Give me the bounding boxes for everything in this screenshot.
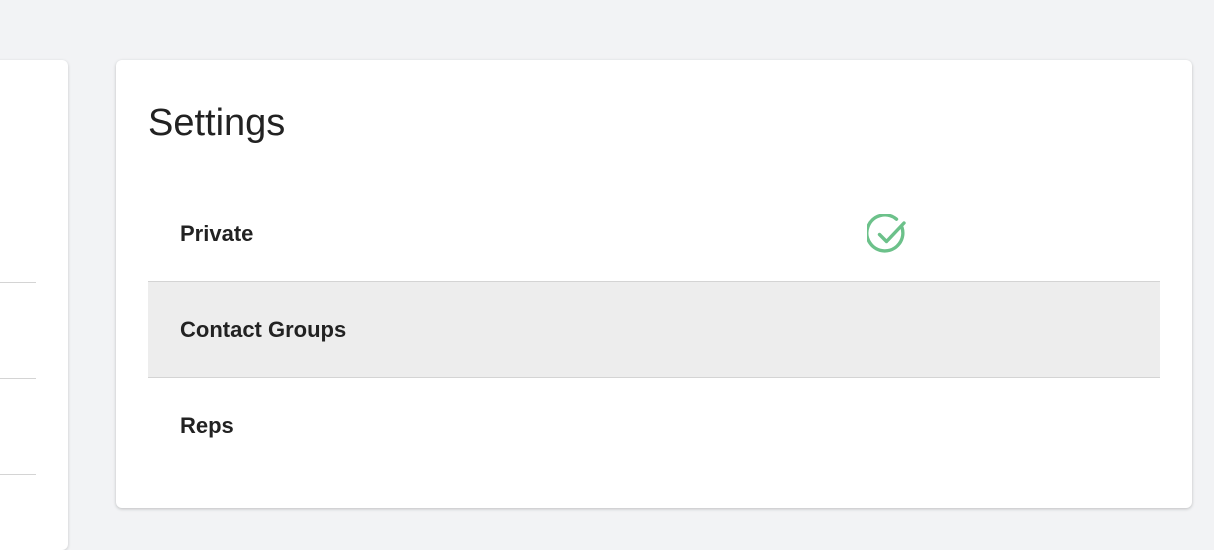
settings-item-reps[interactable]: Reps [148,378,1160,474]
settings-item-private[interactable]: Private [148,186,1160,282]
left-panel-divider [0,282,36,283]
settings-item-contact-groups[interactable]: Contact Groups [148,282,1160,378]
settings-title: Settings [148,102,286,144]
settings-card: Settings Private Contact Groups Reps [116,60,1192,508]
left-panel-card [0,60,68,550]
left-panel-divider [0,378,36,379]
settings-list: Private Contact Groups Reps [148,186,1160,474]
left-panel-divider [0,474,36,475]
settings-item-label: Contact Groups [180,317,347,342]
settings-item-label: Private [180,221,254,246]
settings-item-label: Reps [180,413,234,438]
check-circle-icon [867,214,906,253]
